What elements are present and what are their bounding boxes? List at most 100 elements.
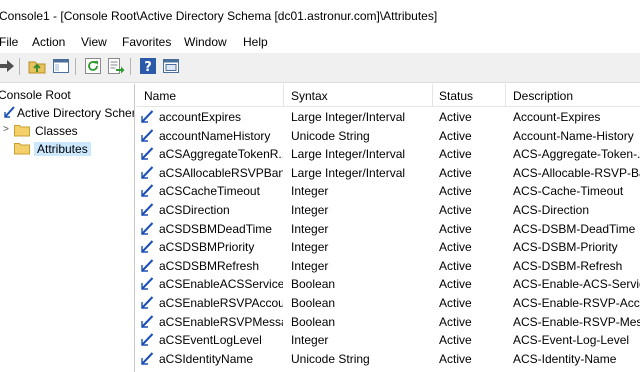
attribute-name: aCSEventLogLevel [159, 333, 262, 348]
attribute-name: aCSEnableRSVPAccou... [159, 296, 283, 310]
attribute-name: aCSAggregateTokenR... [159, 147, 283, 162]
column-header-name[interactable]: Name [144, 89, 176, 103]
menu-view[interactable]: View [81, 35, 107, 49]
column-divider[interactable] [505, 84, 506, 106]
column-divider[interactable] [283, 84, 284, 106]
table-row[interactable]: aCSDSBMDeadTime Integer Active ACS-DSBM-… [137, 220, 640, 239]
table-row[interactable]: aCSEventLogLevel Integer Active ACS-Even… [137, 331, 640, 350]
table-row[interactable]: aCSCacheTimeout Integer Active ACS-Cache… [137, 182, 640, 201]
column-header-syntax[interactable]: Syntax [291, 89, 328, 103]
attribute-name: aCSEnableRSVPMessa... [159, 314, 283, 329]
table-row[interactable]: accountExpires Large Integer/Interval Ac… [137, 108, 640, 127]
attribute-syntax: Large Integer/Interval [291, 147, 406, 162]
attribute-icon [140, 239, 155, 254]
forward-icon[interactable] [0, 57, 15, 75]
tree-item-label: Classes [35, 124, 78, 138]
attribute-icon [140, 165, 155, 180]
table-row[interactable]: aCSEnableRSVPMessa... Boolean Active ACS… [137, 313, 640, 332]
schema-icon [2, 105, 18, 119]
attribute-name: aCSCacheTimeout [159, 184, 260, 199]
folder-icon [14, 141, 30, 155]
attribute-syntax: Integer [291, 258, 329, 273]
attribute-name: aCSAllocableRSVPBan... [159, 165, 283, 180]
tree-pane: Console Root Active Directory Scher > Cl… [0, 84, 135, 372]
attribute-status: Active [439, 221, 472, 236]
column-header-status[interactable]: Status [439, 89, 473, 103]
refresh-icon[interactable] [84, 57, 102, 75]
attribute-syntax: Boolean [291, 277, 336, 292]
attribute-status: Active [439, 110, 472, 124]
properties-icon[interactable] [162, 57, 180, 75]
show-hide-tree-icon[interactable] [52, 57, 70, 75]
list-header: Name Syntax Status Description [137, 84, 640, 107]
table-row[interactable]: aCSIdentityName Unicode String Active AC… [137, 350, 640, 369]
attribute-syntax: Boolean [291, 296, 336, 310]
attribute-status: Active [439, 240, 472, 255]
table-row[interactable]: accountNameHistory Unicode String Active… [137, 127, 640, 146]
attribute-description: ACS-Enable-RSVP-Acco... [513, 296, 640, 310]
attribute-syntax: Integer [291, 184, 329, 199]
attribute-status: Active [439, 277, 472, 292]
help-icon[interactable]: ? [139, 57, 157, 75]
attribute-name: accountExpires [159, 110, 242, 124]
attribute-syntax: Integer [291, 221, 329, 236]
attribute-description: ACS-Direction [513, 203, 590, 217]
attribute-status: Active [439, 296, 472, 310]
attribute-icon [140, 128, 155, 143]
attribute-syntax: Boolean [291, 314, 336, 329]
attribute-status: Active [439, 203, 472, 217]
menu-window[interactable]: Window [184, 35, 227, 49]
attribute-syntax: Unicode String [291, 128, 370, 143]
menu-file[interactable]: File [0, 35, 18, 49]
table-row[interactable]: aCSEnableACSService Boolean Active ACS-E… [137, 275, 640, 294]
attribute-status: Active [439, 258, 472, 273]
attribute-icon [140, 258, 155, 273]
column-divider[interactable] [432, 84, 433, 106]
attribute-description: Account-Expires [513, 110, 601, 124]
export-list-icon[interactable] [107, 57, 125, 75]
attribute-description: ACS-Event-Log-Level [513, 333, 630, 348]
up-folder-icon[interactable] [28, 57, 46, 75]
attribute-syntax: Large Integer/Interval [291, 165, 406, 180]
table-row[interactable]: aCSDSBMPriority Integer Active ACS-DSBM-… [137, 238, 640, 257]
table-row[interactable]: aCSDSBMRefresh Integer Active ACS-DSBM-R… [137, 257, 640, 276]
attribute-icon [140, 295, 155, 310]
table-row[interactable]: aCSAllocableRSVPBan... Large Integer/Int… [137, 164, 640, 183]
menu-action[interactable]: Action [32, 35, 65, 49]
attribute-syntax: Integer [291, 203, 329, 217]
table-row[interactable]: aCSDirection Integer Active ACS-Directio… [137, 201, 640, 220]
attribute-syntax: Large Integer/Interval [291, 110, 406, 124]
attribute-name: aCSDSBMDeadTime [159, 221, 272, 236]
toolbar: ? [0, 53, 640, 83]
attribute-name: aCSIdentityName [159, 351, 254, 366]
attribute-status: Active [439, 351, 472, 366]
attribute-description: Account-Name-History [513, 128, 634, 143]
menu-help[interactable]: Help [243, 35, 268, 49]
folder-icon [14, 123, 30, 137]
table-row[interactable]: aCSEnableRSVPAccou... Boolean Active ACS… [137, 294, 640, 313]
attribute-icon [140, 146, 155, 161]
window-title: Console1 - [Console Root\Active Director… [0, 9, 438, 23]
attribute-description: ACS-DSBM-DeadTime [513, 221, 636, 236]
toolbar-separator [75, 58, 76, 75]
expand-chevron-icon[interactable]: > [3, 124, 9, 135]
attribute-name: aCSDSBMRefresh [159, 258, 260, 273]
attribute-name: accountNameHistory [159, 128, 271, 143]
table-row[interactable]: aCSAggregateTokenR... Large Integer/Inte… [137, 145, 640, 164]
menu-favorites[interactable]: Favorites [122, 35, 171, 49]
attribute-icon [140, 202, 155, 217]
tree-item-label: Console Root [0, 88, 71, 102]
attribute-description: ACS-Aggregate-Token-... [513, 147, 640, 162]
attribute-status: Active [439, 128, 472, 143]
attribute-description: ACS-Cache-Timeout [513, 184, 624, 199]
attribute-icon [140, 351, 155, 366]
toolbar-separator [130, 58, 131, 75]
attribute-name: aCSDirection [159, 203, 230, 217]
attribute-list: Name Syntax Status Description accountEx… [137, 84, 640, 372]
attribute-description: ACS-Allocable-RSVP-Ba... [513, 165, 640, 180]
attribute-status: Active [439, 165, 472, 180]
column-header-description[interactable]: Description [513, 89, 573, 103]
svg-text:?: ? [144, 60, 152, 75]
attribute-syntax: Integer [291, 333, 329, 348]
attribute-description: ACS-Enable-ACS-Service [513, 277, 640, 292]
